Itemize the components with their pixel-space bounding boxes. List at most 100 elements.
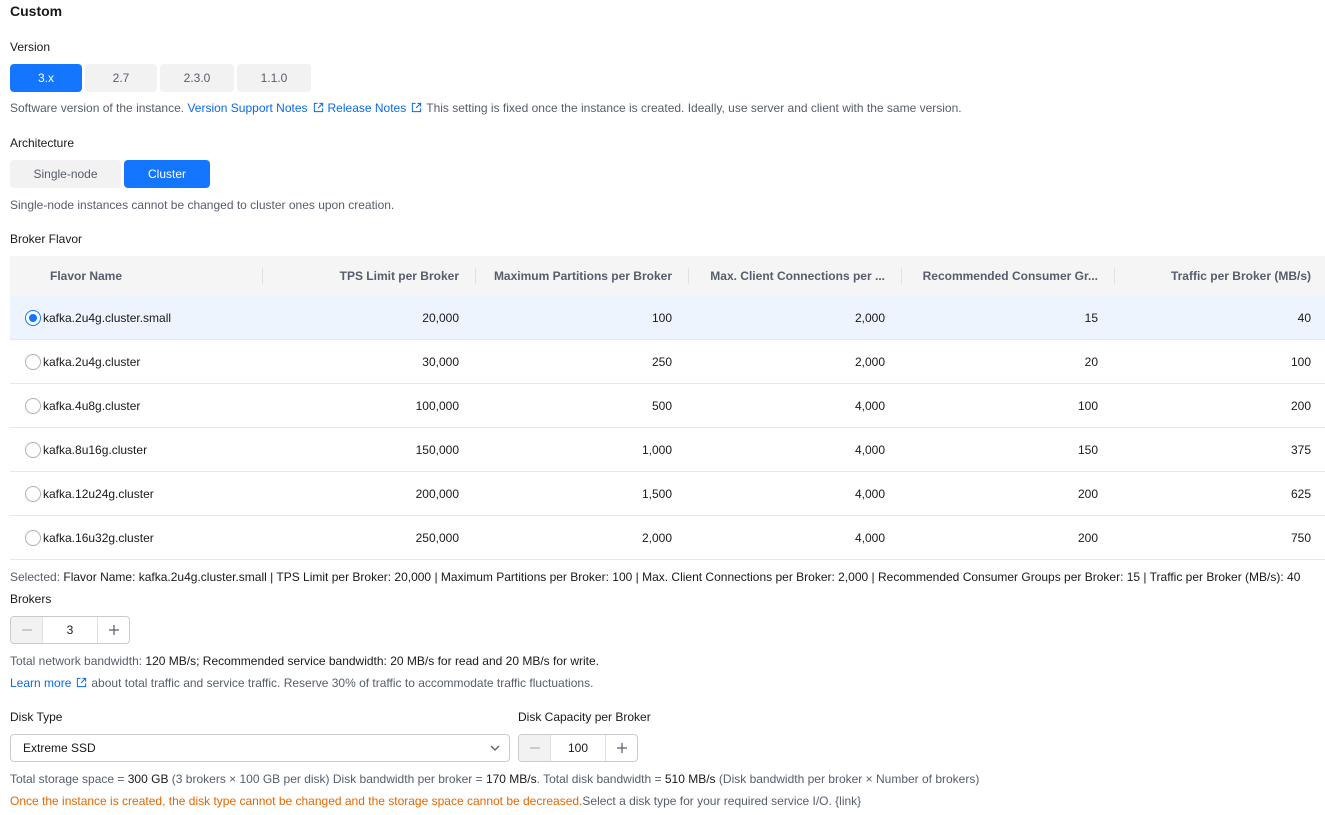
consumer-groups-cell: 200 — [1077, 530, 1098, 545]
partitions-cell: 250 — [651, 354, 672, 369]
partitions-cell: 1,000 — [641, 442, 672, 457]
tps-cell: 250,000 — [415, 530, 459, 545]
tps-cell: 100,000 — [415, 398, 459, 413]
connections-cell: 2,000 — [854, 354, 885, 369]
architecture-hint: Single-node instances cannot be changed … — [10, 198, 395, 212]
column-header-flavor-name: Flavor Name — [50, 269, 123, 283]
disk-type-label: Disk Type — [10, 710, 63, 724]
flavor-radio[interactable] — [25, 309, 41, 326]
flavor-name-cell: kafka.2u4g.cluster — [43, 354, 141, 369]
architecture-option-cluster[interactable]: Cluster — [124, 160, 210, 188]
plus-icon — [108, 625, 119, 635]
table-row[interactable]: kafka.4u8g.cluster 100,000 500 4,000 100… — [10, 384, 1325, 428]
tps-cell: 30,000 — [422, 354, 459, 369]
column-header-consumer-groups: Recommended Consumer Gr... — [901, 256, 1114, 296]
partitions-cell: 1,500 — [641, 486, 672, 501]
table-row[interactable]: kafka.2u4g.cluster 30,000 250 2,000 20 1… — [10, 340, 1325, 384]
disk-type-select[interactable]: Extreme SSD — [10, 734, 510, 762]
page-title: Custom — [10, 3, 63, 19]
consumer-groups-cell: 200 — [1077, 486, 1098, 501]
consumer-groups-cell: 150 — [1077, 442, 1098, 457]
column-header-traffic: Traffic per Broker (MB/s) — [1114, 256, 1325, 296]
table-row[interactable]: kafka.16u32g.cluster 250,000 2,000 4,000… — [10, 516, 1325, 560]
connections-cell: 4,000 — [854, 530, 885, 545]
consumer-groups-cell: 100 — [1077, 398, 1098, 413]
partitions-cell: 500 — [651, 398, 672, 413]
bandwidth-info: Total network bandwidth: 120 MB/s; Recom… — [10, 654, 600, 668]
table-row[interactable]: kafka.8u16g.cluster 150,000 1,000 4,000 … — [10, 428, 1325, 472]
minus-icon — [21, 629, 32, 631]
architecture-label: Architecture — [10, 136, 75, 150]
tps-cell: 20,000 — [422, 310, 459, 325]
flavor-name-cell: kafka.8u16g.cluster — [43, 442, 148, 457]
storage-info: Total storage space = 300 GB (3 brokers … — [10, 772, 980, 786]
disk-capacity-input[interactable]: 100 — [551, 735, 605, 761]
version-option-110[interactable]: 1.1.0 — [237, 64, 311, 92]
tps-cell: 200,000 — [415, 486, 459, 501]
chevron-down-icon — [481, 742, 509, 754]
disk-capacity-increment-button[interactable] — [605, 735, 637, 761]
traffic-cell: 100 — [1290, 354, 1311, 369]
brokers-stepper: 3 — [10, 616, 130, 644]
external-link-icon — [313, 102, 323, 113]
version-selector: 3.x 2.7 2.3.0 1.1.0 — [10, 64, 311, 92]
disk-type-value: Extreme SSD — [23, 741, 96, 755]
brokers-count-input[interactable]: 3 — [43, 617, 97, 643]
flavor-radio[interactable] — [25, 485, 41, 502]
external-link-icon — [412, 102, 422, 113]
plus-icon — [616, 743, 627, 753]
column-header-tps: TPS Limit per Broker — [262, 256, 475, 296]
flavor-radio[interactable] — [25, 397, 41, 414]
architecture-selector: Single-node Cluster — [10, 160, 210, 188]
version-hint: Software version of the instance. Versio… — [10, 101, 962, 115]
flavor-radio[interactable] — [25, 441, 41, 458]
selected-flavor-summary: Selected: Flavor Name: kafka.2u4g.cluste… — [10, 570, 1301, 584]
flavor-radio[interactable] — [25, 529, 41, 546]
broker-flavor-label: Broker Flavor — [10, 232, 83, 246]
disk-warning-text: Once the instance is created, the disk t… — [10, 794, 583, 808]
disk-capacity-decrement-button[interactable] — [519, 735, 551, 761]
partitions-cell: 2,000 — [641, 530, 672, 545]
traffic-cell: 375 — [1290, 442, 1311, 457]
architecture-option-single-node[interactable]: Single-node — [10, 160, 121, 188]
flavor-radio[interactable] — [25, 353, 41, 370]
brokers-increment-button[interactable] — [97, 617, 129, 643]
traffic-cell: 40 — [1297, 310, 1311, 325]
external-link-icon — [77, 677, 87, 688]
traffic-cell: 200 — [1290, 398, 1311, 413]
version-option-27[interactable]: 2.7 — [85, 64, 157, 92]
consumer-groups-cell: 15 — [1084, 310, 1098, 325]
connections-cell: 4,000 — [854, 398, 885, 413]
disk-warning: Once the instance is created, the disk t… — [10, 794, 862, 808]
consumer-groups-cell: 20 — [1084, 354, 1098, 369]
flavor-name-cell: kafka.12u24g.cluster — [43, 486, 154, 501]
flavor-name-cell: kafka.16u32g.cluster — [43, 530, 154, 545]
flavor-name-cell: kafka.2u4g.cluster.small — [43, 310, 172, 325]
flavor-table-header: Flavor Name TPS Limit per Broker Maximum… — [10, 256, 1325, 296]
learn-more-link[interactable]: Learn more — [10, 676, 71, 690]
table-row[interactable]: kafka.2u4g.cluster.small 20,000 100 2,00… — [10, 296, 1325, 340]
partitions-cell: 100 — [651, 310, 672, 325]
connections-cell: 4,000 — [854, 442, 885, 457]
column-header-connections: Max. Client Connections per ... — [688, 256, 901, 296]
learn-more-info: Learn more about total traffic and servic… — [10, 676, 594, 690]
disk-capacity-label: Disk Capacity per Broker — [518, 710, 651, 724]
traffic-cell: 625 — [1290, 486, 1311, 501]
release-notes-link[interactable]: Release Notes — [328, 101, 407, 115]
traffic-cell: 750 — [1290, 530, 1311, 545]
flavor-table: Flavor Name TPS Limit per Broker Maximum… — [10, 256, 1325, 560]
table-row[interactable]: kafka.12u24g.cluster 200,000 1,500 4,000… — [10, 472, 1325, 516]
connections-cell: 2,000 — [854, 310, 885, 325]
version-option-3x[interactable]: 3.x — [10, 64, 82, 92]
version-option-230[interactable]: 2.3.0 — [160, 64, 234, 92]
disk-capacity-stepper: 100 — [518, 734, 638, 762]
minus-icon — [529, 747, 540, 749]
brokers-decrement-button[interactable] — [11, 617, 43, 643]
flavor-name-cell: kafka.4u8g.cluster — [43, 398, 141, 413]
column-header-partitions: Maximum Partitions per Broker — [475, 256, 688, 296]
version-label: Version — [10, 40, 51, 54]
brokers-label: Brokers — [10, 592, 52, 606]
tps-cell: 150,000 — [415, 442, 459, 457]
connections-cell: 4,000 — [854, 486, 885, 501]
version-support-notes-link[interactable]: Version Support Notes — [187, 101, 307, 115]
